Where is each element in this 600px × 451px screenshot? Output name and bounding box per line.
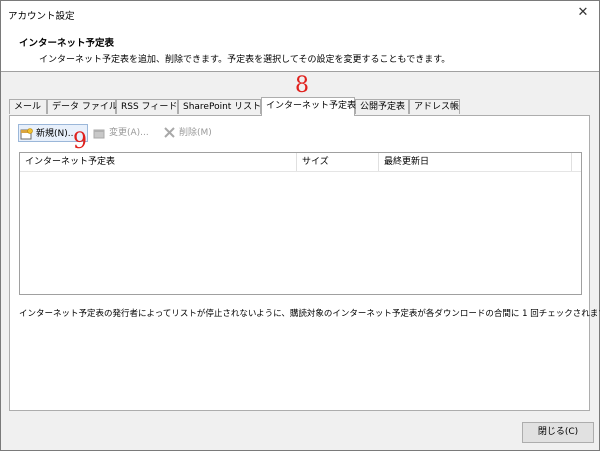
close-button[interactable]: 閉じる(C) xyxy=(522,422,594,443)
delete-x-icon xyxy=(164,127,175,138)
tab-data-files[interactable]: データ ファイル xyxy=(47,99,118,114)
change-button[interactable]: 変更(A)... xyxy=(92,124,173,142)
header-description: インターネット予定表を追加、削除できます。予定表を選択してその設定を変更すること… xyxy=(39,55,451,65)
tab-internet-calendars[interactable]: インターネット予定表 xyxy=(261,97,356,116)
header-title: インターネット予定表 xyxy=(19,38,115,49)
tab-strip: メール データ ファイル RSS フィード SharePoint リスト インタ… xyxy=(9,97,589,116)
tab-rss-feeds[interactable]: RSS フィード xyxy=(116,99,178,114)
column-header-last-updated[interactable]: 最終更新日 xyxy=(379,153,572,171)
calendar-list[interactable]: インターネット予定表 サイズ 最終更新日 xyxy=(19,152,582,295)
tab-published-calendars[interactable]: 公開予定表 xyxy=(355,99,409,114)
tab-mail[interactable]: メール xyxy=(9,99,47,114)
title-bar: アカウント設定 ✕ xyxy=(1,1,599,27)
delete-button[interactable]: 削除(M) xyxy=(162,124,239,142)
annotation-8: 8 xyxy=(295,73,309,98)
toolbar: 新規(N)... 変更(A)... 削除(M) xyxy=(18,124,578,142)
column-header-size[interactable]: サイズ xyxy=(297,153,379,171)
annotation-9: 9 xyxy=(73,129,87,154)
window-title: アカウント設定 xyxy=(8,11,75,22)
account-settings-window: アカウント設定 ✕ インターネット予定表 インターネット予定表を追加、削除できま… xyxy=(0,0,600,451)
delete-button-label: 削除(M) xyxy=(179,128,212,138)
tab-address-books[interactable]: アドレス帳 xyxy=(409,99,460,114)
dialog-header: インターネット予定表 インターネット予定表を追加、削除できます。予定表を選択して… xyxy=(1,27,599,72)
refresh-note: インターネット予定表の発行者によってリストが停止されないように、購読対象のインタ… xyxy=(19,309,600,319)
column-header-calendar[interactable]: インターネット予定表 xyxy=(20,153,297,171)
close-icon[interactable]: ✕ xyxy=(575,5,591,21)
new-button-label: 新規(N)... xyxy=(36,129,77,139)
list-header: インターネット予定表 サイズ 最終更新日 xyxy=(20,153,581,172)
tab-panel: 新規(N)... 変更(A)... 削除(M) インターネット予定表 サイズ 最… xyxy=(9,115,600,411)
tab-sharepoint-lists[interactable]: SharePoint リスト xyxy=(178,99,261,114)
calendar-new-icon xyxy=(20,128,33,140)
change-button-label: 変更(A)... xyxy=(109,128,149,138)
calendar-edit-icon xyxy=(93,129,105,139)
